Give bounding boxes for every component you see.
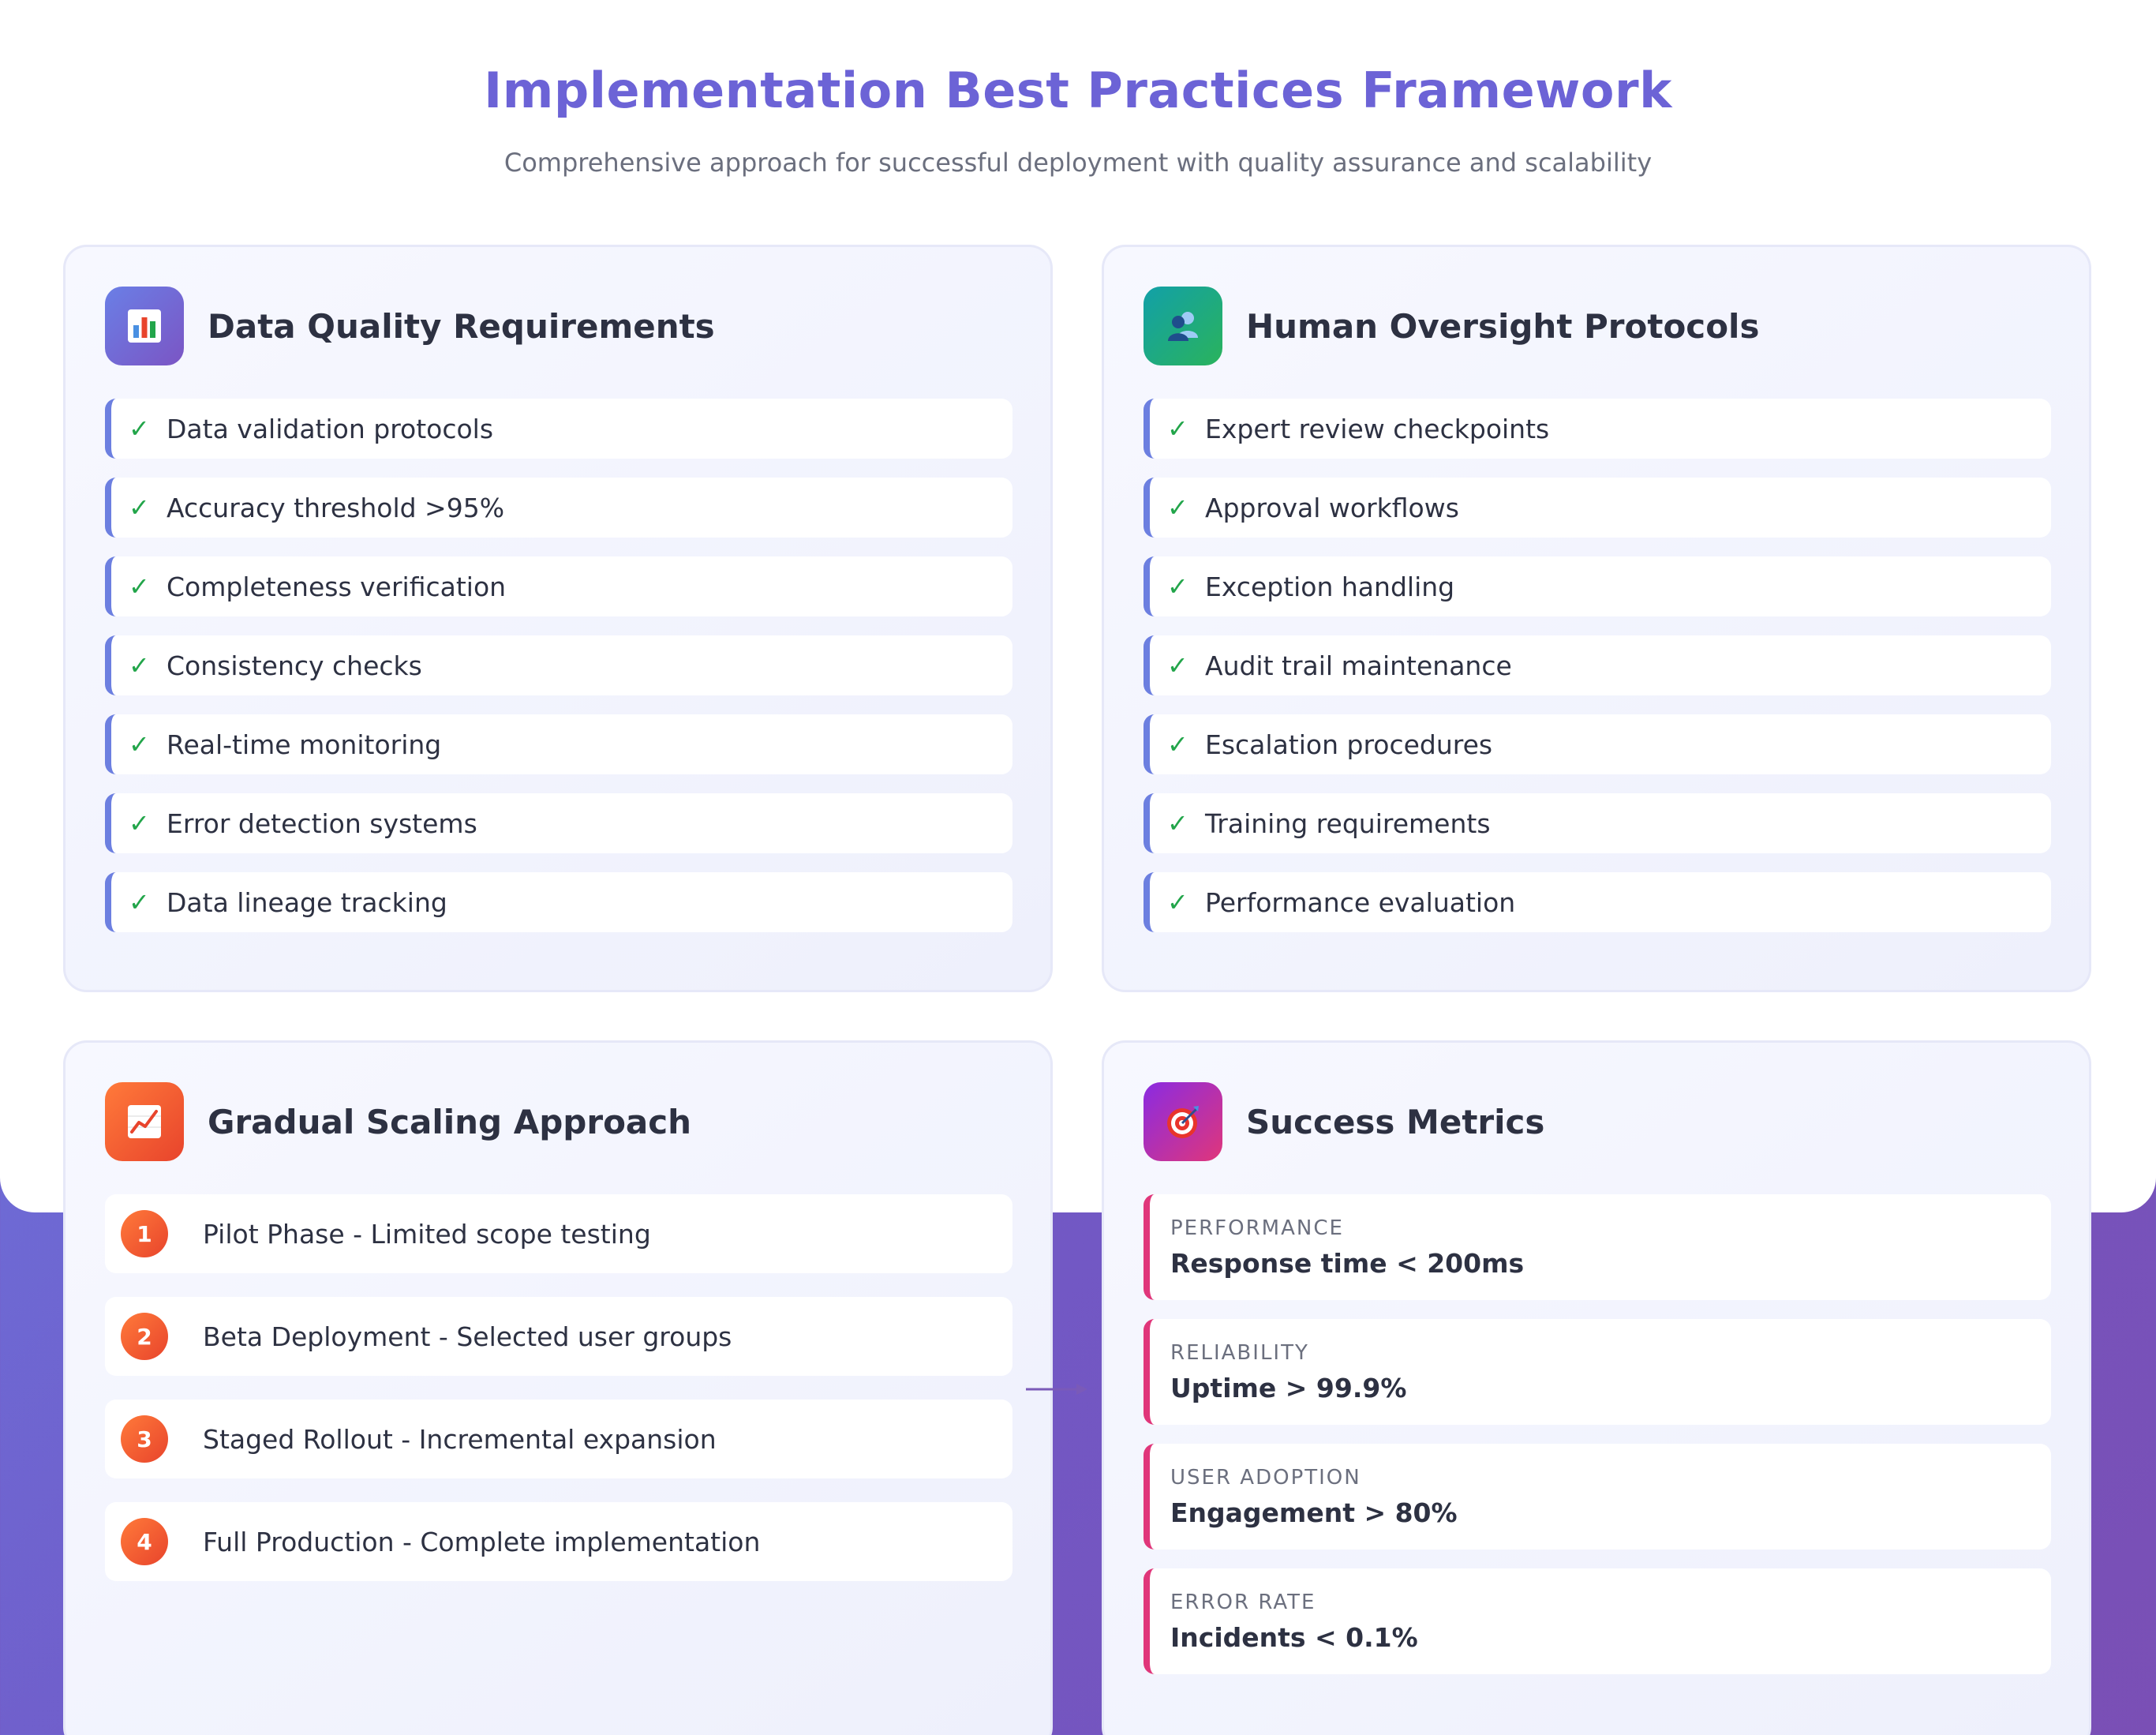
list-item: ✓ Expert review checkpoints [1144,399,2051,459]
check-icon: ✓ [129,729,150,759]
metric-value: Response time < 200ms [1170,1248,1525,1279]
check-icon: ✓ [1167,493,1188,523]
check-icon: ✓ [1167,887,1188,917]
scaling-step: 1 Pilot Phase - Limited scope testing [105,1194,1012,1273]
card-header: Human Oversight Protocols [1144,287,1759,365]
data-quality-list: ✓ Data validation protocols ✓ Accuracy thr… [105,399,1012,951]
check-icon: ✓ [1167,808,1188,838]
list-item: ✓ Error detection systems [105,793,1012,853]
step-number-badge: 2 [121,1313,168,1360]
list-item: ✓ Audit trail maintenance [1144,635,2051,695]
metric-item: ERROR RATE Incidents < 0.1% [1144,1568,2051,1674]
list-item-label: Consistency checks [167,650,422,681]
data-quality-card: Data Quality Requirements ✓ Data validati… [63,245,1053,992]
metric-value: Engagement > 80% [1170,1497,1458,1528]
metric-item: USER ADOPTION Engagement > 80% [1144,1444,2051,1550]
step-number-badge: 4 [121,1518,168,1565]
check-icon: ✓ [1167,650,1188,680]
metric-label: PERFORMANCE [1170,1216,1344,1240]
list-item-label: Exception handling [1205,571,1455,602]
list-item-label: Expert review checkpoints [1205,413,1550,444]
metric-value: Uptime > 99.9% [1170,1373,1407,1403]
card-title: Success Metrics [1246,1102,1545,1141]
list-item: ✓ Training requirements [1144,793,2051,853]
list-item-label: Real-time monitoring [167,729,442,760]
scaling-step: 3 Staged Rollout - Incremental expansion [105,1400,1012,1478]
check-icon: ✓ [1167,729,1188,759]
gradual-scaling-card: Gradual Scaling Approach 1 Pilot Phase -… [63,1040,1053,1735]
metric-label: RELIABILITY [1170,1341,1309,1365]
trending-up-icon [105,1082,184,1161]
list-item-label: Error detection systems [167,808,477,839]
check-icon: ✓ [129,650,150,680]
metric-label: ERROR RATE [1170,1591,1316,1614]
bar-chart-icon [105,287,184,365]
list-item: ✓ Data lineage tracking [105,872,1012,932]
list-item: ✓ Real-time monitoring [105,714,1012,774]
list-item-label: Approval workflows [1205,492,1459,523]
list-item: ✓ Consistency checks [105,635,1012,695]
step-label: Staged Rollout - Incremental expansion [203,1423,717,1455]
check-icon: ✓ [129,808,150,838]
list-item-label: Accuracy threshold >95% [167,492,505,523]
metrics-list: PERFORMANCE Response time < 200ms RELIAB… [1144,1194,2051,1693]
check-icon: ✓ [1167,414,1188,444]
list-item-label: Data validation protocols [167,413,494,444]
list-item-label: Audit trail maintenance [1205,650,1512,681]
scaling-step: 2 Beta Deployment - Selected user groups [105,1297,1012,1376]
check-icon: ✓ [129,571,150,601]
step-label: Beta Deployment - Selected user groups [203,1321,732,1352]
connector-arrow-icon [1026,1384,1087,1395]
check-icon: ✓ [129,493,150,523]
metric-value: Incidents < 0.1% [1170,1622,1418,1653]
step-number-badge: 3 [121,1415,168,1463]
list-item-label: Completeness verification [167,571,507,602]
card-title: Human Oversight Protocols [1246,306,1760,346]
card-title: Gradual Scaling Approach [208,1102,692,1141]
scaling-steps: 1 Pilot Phase - Limited scope testing 2 … [105,1194,1012,1605]
human-oversight-card: Human Oversight Protocols ✓ Expert review… [1102,245,2091,992]
step-number-badge: 1 [121,1210,168,1257]
list-item: ✓ Approval workflows [1144,478,2051,538]
card-title: Data Quality Requirements [208,306,715,346]
metric-label: USER ADOPTION [1170,1466,1361,1490]
check-icon: ✓ [1167,571,1188,601]
list-item-label: Data lineage tracking [167,886,447,918]
people-icon [1144,287,1222,365]
list-item: ✓ Exception handling [1144,556,2051,616]
list-item: ✓ Data validation protocols [105,399,1012,459]
page-subtitle: Comprehensive approach for successful de… [503,148,1653,178]
scaling-step: 4 Full Production - Complete implementat… [105,1502,1012,1581]
list-item-label: Escalation procedures [1205,729,1493,760]
card-header: Success Metrics [1144,1082,1544,1161]
list-item: ✓ Performance evaluation [1144,872,2051,932]
list-item-label: Training requirements [1205,808,1491,839]
list-item: ✓ Accuracy threshold >95% [105,478,1012,538]
page-title: Implementation Best Practices Framework [484,62,1672,119]
check-icon: ✓ [129,887,150,917]
check-icon: ✓ [129,414,150,444]
success-metrics-card: Success Metrics PERFORMANCE Response tim… [1102,1040,2091,1735]
step-label: Pilot Phase - Limited scope testing [203,1218,651,1250]
list-item-label: Performance evaluation [1205,886,1516,918]
human-oversight-list: ✓ Expert review checkpoints ✓ Approval wor… [1144,399,2051,951]
metric-item: RELIABILITY Uptime > 99.9% [1144,1319,2051,1425]
step-label: Full Production - Complete implementatio… [203,1526,761,1557]
list-item: ✓ Escalation procedures [1144,714,2051,774]
target-icon [1144,1082,1222,1161]
list-item: ✓ Completeness verification [105,556,1012,616]
card-header: Data Quality Requirements [105,287,715,365]
card-header: Gradual Scaling Approach [105,1082,691,1161]
metric-item: PERFORMANCE Response time < 200ms [1144,1194,2051,1300]
